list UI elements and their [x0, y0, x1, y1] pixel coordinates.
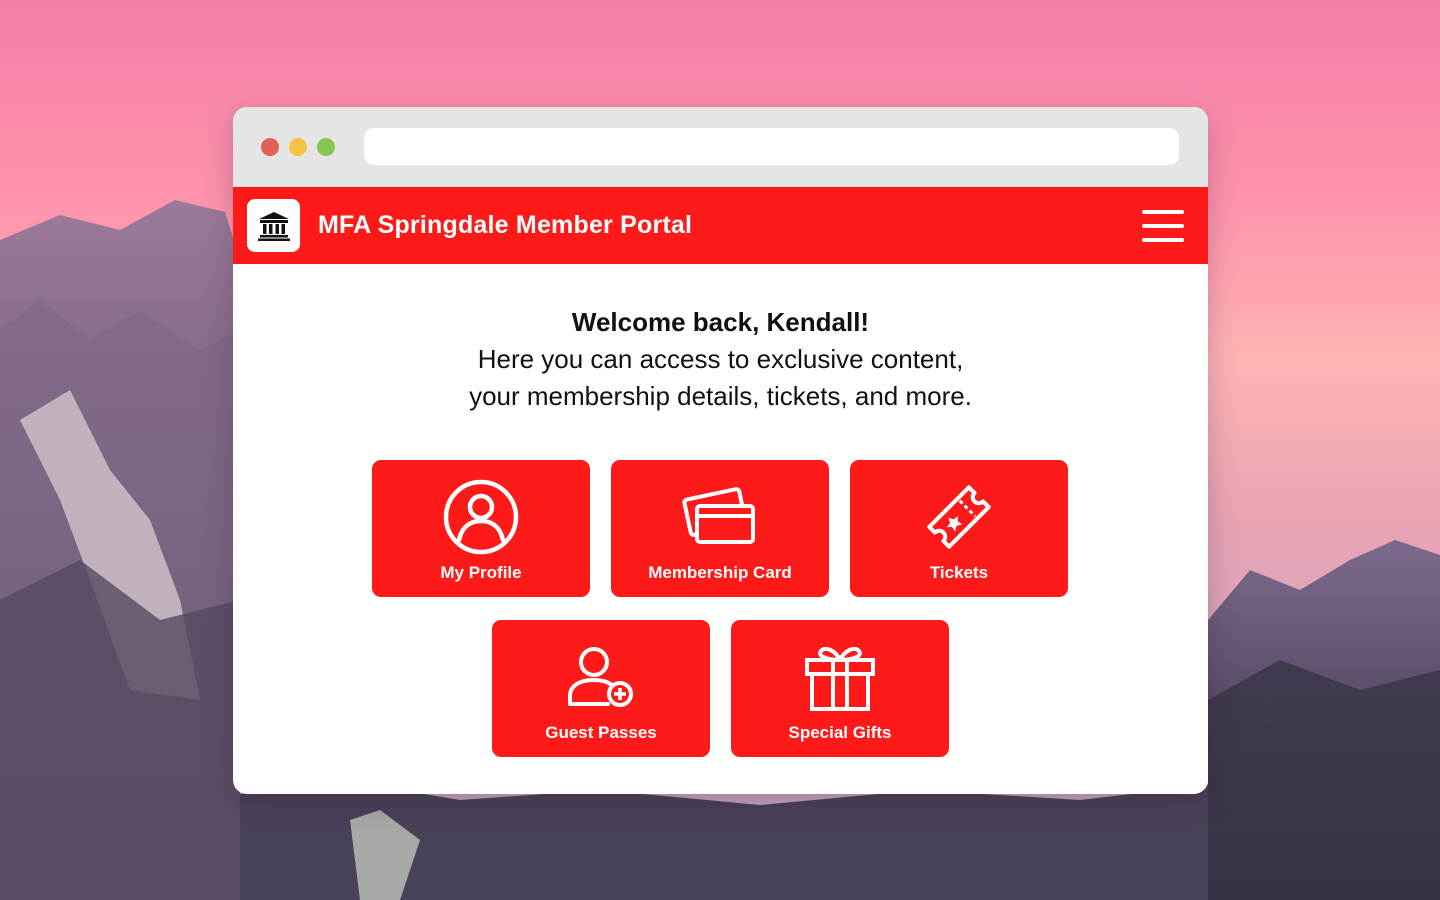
tile-label: Tickets: [929, 563, 989, 582]
tile-label: Special Gifts: [788, 723, 892, 742]
tile-label: My Profile: [440, 563, 522, 582]
cards-icon: [611, 478, 829, 556]
museum-icon[interactable]: [247, 199, 300, 252]
ticket-icon: [850, 478, 1068, 556]
close-window-button[interactable]: [261, 138, 279, 156]
desktop-background: MFA Springdale Member Portal Welcome bac…: [0, 0, 1440, 900]
browser-toolbar: [233, 107, 1208, 187]
address-bar[interactable]: [364, 128, 1179, 165]
main-content: Welcome back, Kendall! Here you can acce…: [233, 264, 1208, 794]
welcome-greeting: Welcome back, Kendall!: [571, 307, 870, 337]
my-profile-button[interactable]: My Profile: [372, 460, 590, 597]
gift-icon: [731, 638, 949, 716]
welcome-text-line-1: Here you can access to exclusive content…: [477, 344, 964, 374]
special-gifts-button[interactable]: Special Gifts: [731, 620, 949, 757]
add-user-icon: [492, 638, 710, 716]
tickets-button[interactable]: Tickets: [850, 460, 1068, 597]
minimize-window-button[interactable]: [289, 138, 307, 156]
tile-label: Membership Card: [648, 563, 792, 582]
membership-card-button[interactable]: Membership Card: [611, 460, 829, 597]
welcome-text-line-2: your membership details, tickets, and mo…: [469, 381, 972, 411]
browser-window: MFA Springdale Member Portal Welcome bac…: [233, 107, 1208, 794]
tile-label: Guest Passes: [545, 723, 657, 742]
welcome-message: Welcome back, Kendall! Here you can acce…: [233, 304, 1208, 415]
app-header: MFA Springdale Member Portal: [233, 187, 1208, 264]
app-title: MFA Springdale Member Portal: [318, 211, 693, 239]
maximize-window-button[interactable]: [317, 138, 335, 156]
user-circle-icon: [372, 478, 590, 556]
hamburger-menu-icon[interactable]: [1142, 210, 1184, 242]
guest-passes-button[interactable]: Guest Passes: [492, 620, 710, 757]
